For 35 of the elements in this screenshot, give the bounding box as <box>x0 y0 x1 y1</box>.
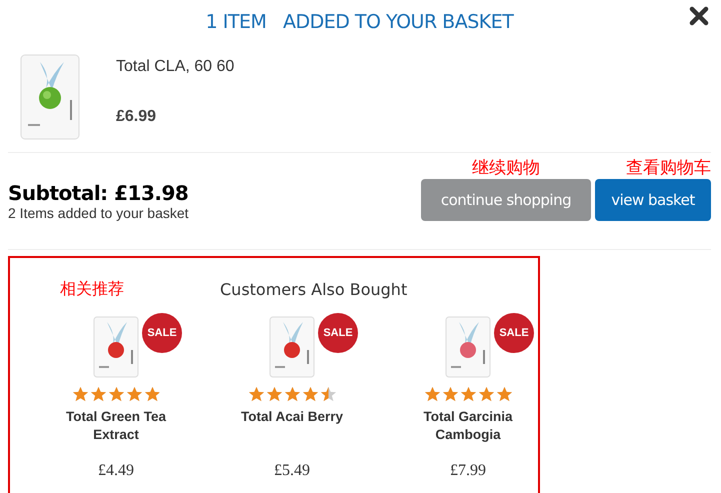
product-price: £7.99 <box>450 462 486 480</box>
product-price: £4.49 <box>98 462 134 480</box>
star-icon <box>460 386 476 402</box>
star-icon <box>442 386 458 402</box>
product-price: £5.49 <box>274 462 310 480</box>
star-icon <box>72 386 88 402</box>
product-price: £6.99 <box>116 108 158 126</box>
product-name[interactable]: Total Green Tea Extract <box>54 408 178 452</box>
star-icon <box>144 386 160 402</box>
section-title: Customers Also Bought <box>220 280 408 298</box>
star-icon <box>496 386 512 402</box>
star-icon <box>424 386 440 402</box>
annotation-text: 查看购物车 <box>626 157 711 179</box>
annotation-text: 继续购物 <box>472 157 540 179</box>
star-icon <box>266 386 282 402</box>
star-icon <box>302 386 318 402</box>
sale-badge: SALE <box>494 313 534 353</box>
annotation-text: 相关推荐 <box>60 278 124 300</box>
star-icon <box>320 386 336 402</box>
sale-badge: SALE <box>318 313 358 353</box>
items-note: 2 Items added to your basket <box>8 205 189 221</box>
star-icon <box>248 386 264 402</box>
product-name[interactable]: Total Garcinia Cambogia <box>406 408 530 452</box>
star-icon <box>284 386 300 402</box>
product-name: Total CLA, 60 60 <box>116 58 234 76</box>
product-name[interactable]: Total Acai Berry <box>230 408 354 452</box>
view-basket-button[interactable]: view basket <box>595 179 711 221</box>
star-icon <box>108 386 124 402</box>
star-icon <box>90 386 106 402</box>
subtotal: Subtotal: £13.98 <box>8 181 189 205</box>
dialog-title: 1 ITEM ADDED TO YOUR BASKET <box>206 11 514 33</box>
star-icon <box>478 386 494 402</box>
sale-badge: SALE <box>142 313 182 353</box>
star-icon <box>126 386 142 402</box>
close-icon[interactable] <box>689 6 709 26</box>
